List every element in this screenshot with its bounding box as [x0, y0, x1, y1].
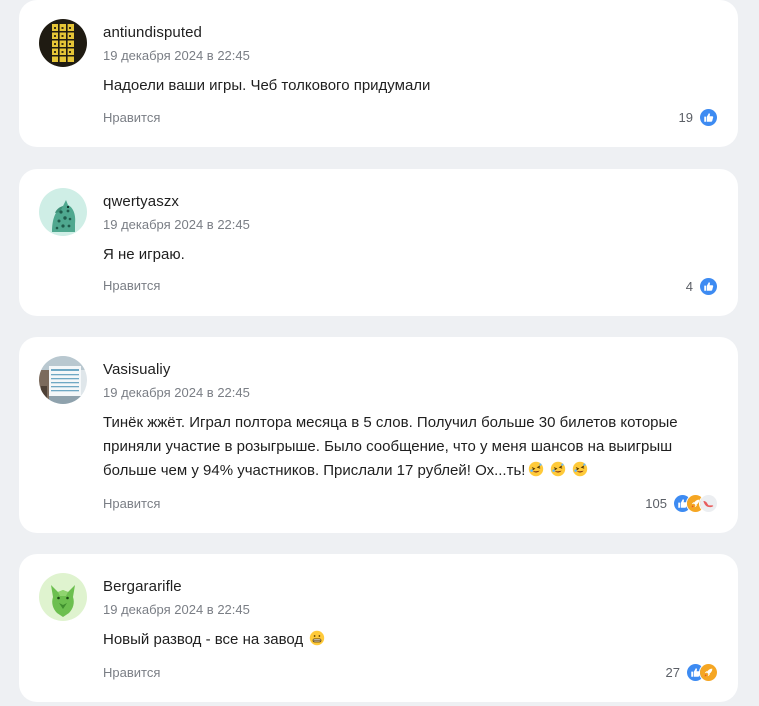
comment-text-content: Новый развод - все на завод — [103, 631, 304, 648]
reaction-count: 4 — [685, 279, 693, 294]
like-button[interactable]: Нравится — [103, 665, 160, 680]
reactions-summary[interactable]: 4 — [686, 277, 718, 296]
avatar[interactable] — [39, 188, 87, 236]
avatar[interactable] — [39, 573, 87, 621]
comment-text-content: Я не играю. — [103, 246, 185, 263]
comment-card: Vasisualiy 19 декабря 2024 в 22:45 Тинёк… — [19, 337, 738, 533]
rofl-emoji — [572, 461, 588, 477]
comment-author[interactable]: Vasisualiy — [103, 361, 170, 378]
comment-text-content: Надоели ваши игры. Чеб толкового придума… — [103, 77, 431, 94]
grimace-emoji — [309, 630, 325, 646]
comment-author[interactable]: antiundisputed — [103, 24, 202, 41]
rocket-icon — [699, 663, 718, 682]
like-icon — [699, 277, 718, 296]
like-button[interactable]: Нравится — [103, 278, 160, 293]
comments-feed: antiundisputed 19 декабря 2024 в 22:45 Н… — [0, 0, 759, 706]
comment-text-content: Тинёк жжёт. Играл полтора месяца в 5 сло… — [103, 414, 678, 479]
rofl-emoji — [550, 461, 566, 477]
comment-card: qwertyaszx 19 декабря 2024 в 22:45 Я не … — [19, 169, 738, 316]
avatar[interactable] — [39, 356, 87, 404]
reaction-count: 105 — [645, 496, 667, 511]
like-button[interactable]: Нравится — [103, 496, 160, 511]
comment-date: 19 декабря 2024 в 22:45 — [103, 602, 250, 617]
avatar[interactable] — [39, 19, 87, 67]
reaction-count: 27 — [665, 665, 680, 680]
reactions-summary[interactable]: 19 — [679, 108, 718, 127]
comment-author[interactable]: qwertyaszx — [103, 193, 179, 210]
comment-date: 19 декабря 2024 в 22:45 — [103, 48, 250, 63]
comment-card: Bergararifle 19 декабря 2024 в 22:45 Нов… — [19, 554, 738, 702]
rofl-emoji — [528, 461, 544, 477]
like-button[interactable]: Нравится — [103, 110, 160, 125]
comment-text: Я не играю. — [103, 243, 703, 267]
reaction-count: 19 — [678, 110, 693, 125]
comment-author[interactable]: Bergararifle — [103, 578, 182, 595]
comment-text: Тинёк жжёт. Играл полтора месяца в 5 сло… — [103, 411, 693, 483]
reactions-summary[interactable]: 105 — [645, 494, 718, 513]
reactions-summary[interactable]: 27 — [666, 663, 718, 682]
comment-date: 19 декабря 2024 в 22:45 — [103, 217, 250, 232]
comment-card: antiundisputed 19 декабря 2024 в 22:45 Н… — [19, 0, 738, 147]
dislike-icon — [699, 494, 718, 513]
like-icon — [699, 108, 718, 127]
comment-date: 19 декабря 2024 в 22:45 — [103, 385, 250, 400]
comment-text: Новый развод - все на завод — [103, 628, 703, 652]
comment-text: Надоели ваши игры. Чеб толкового придума… — [103, 74, 703, 98]
